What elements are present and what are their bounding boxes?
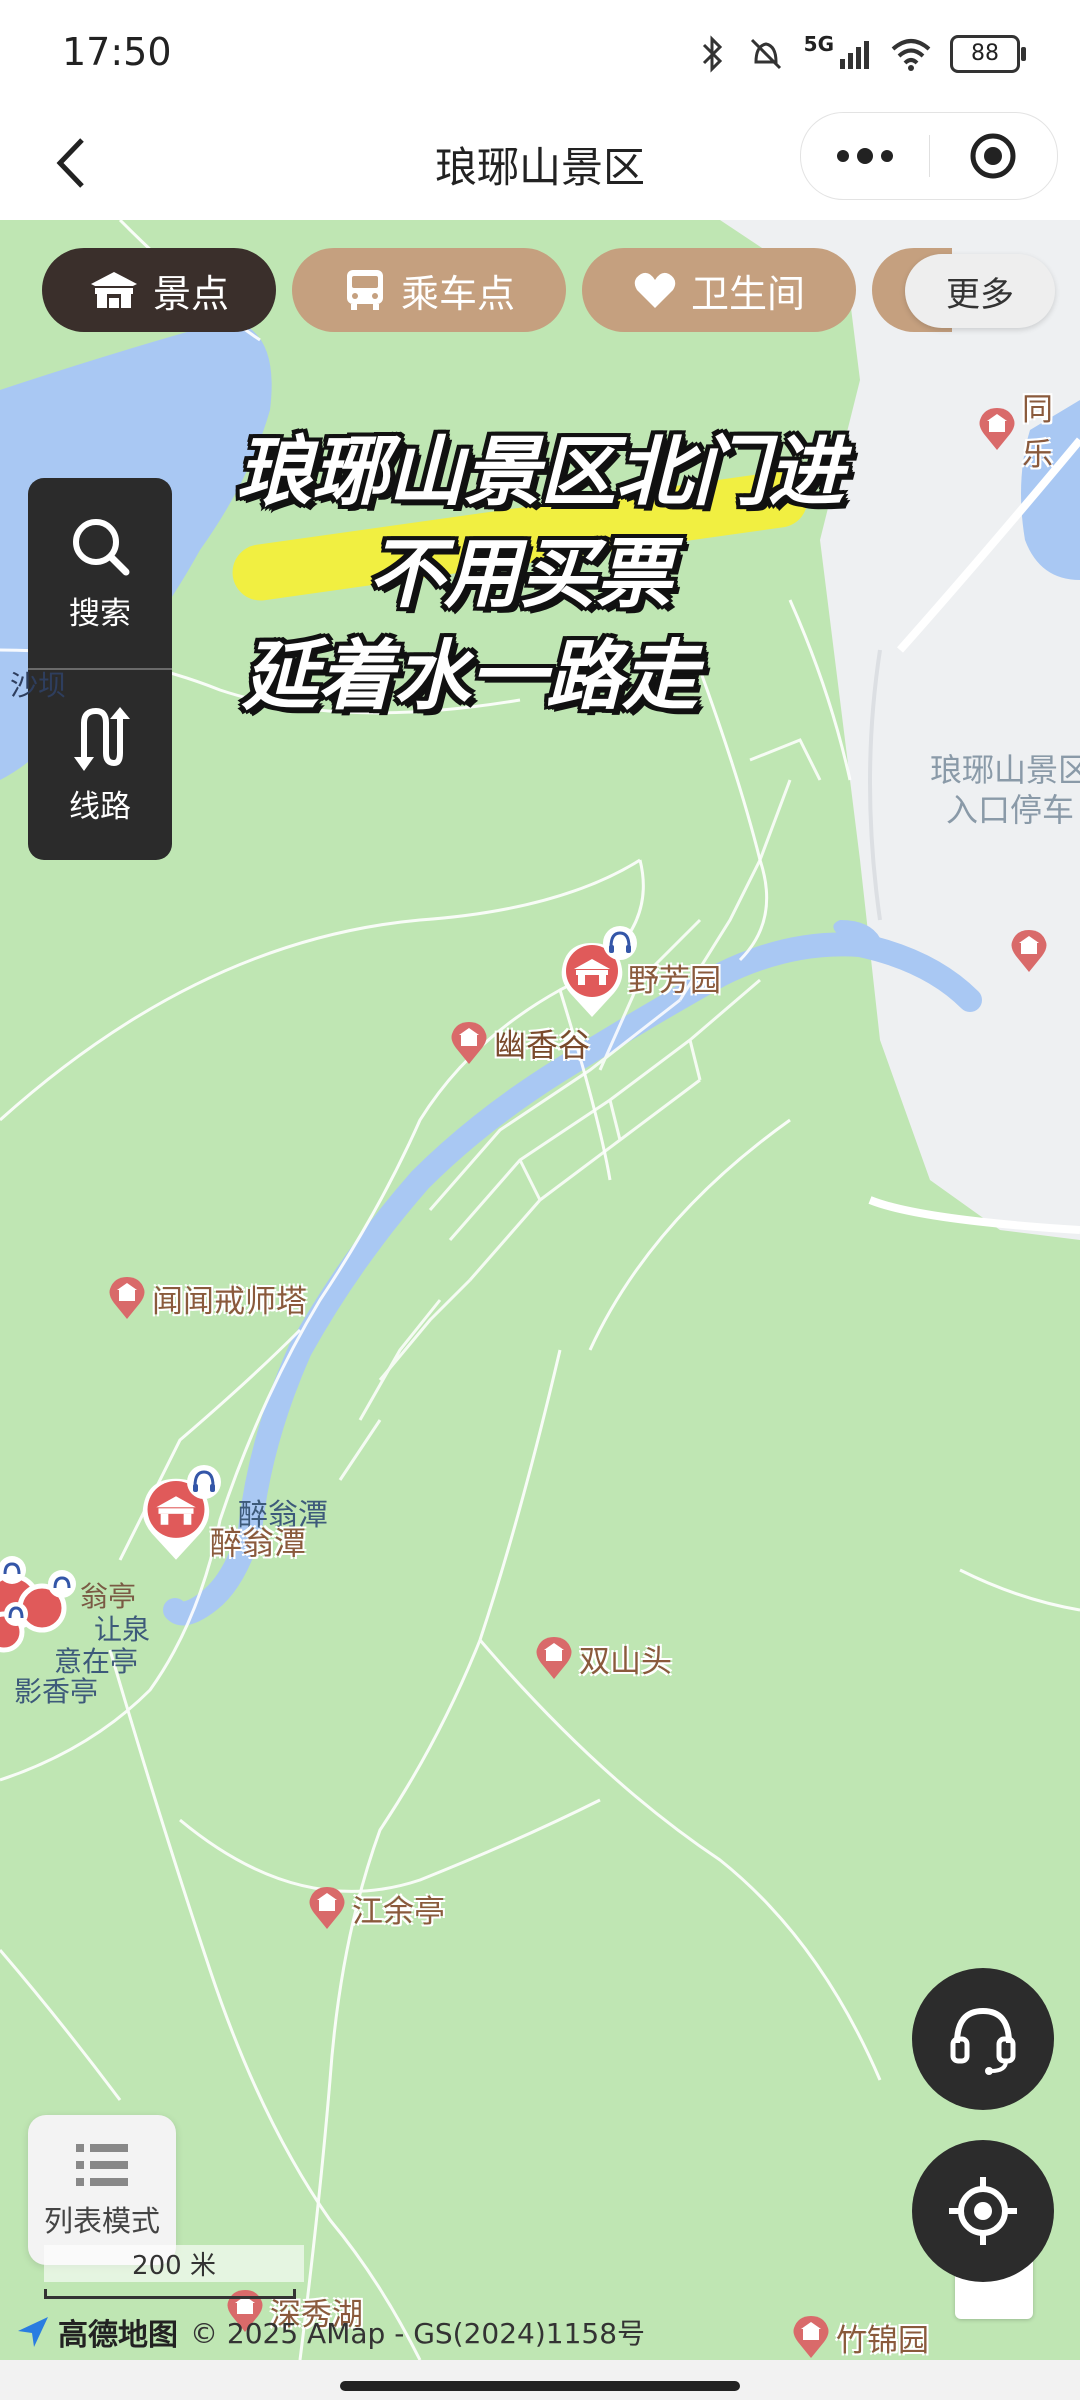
caption-line-3: 延着水一路走 <box>242 631 698 720</box>
poi-entrance-parking[interactable]: 琅琊山景区 入口停车 <box>930 750 1080 830</box>
more-options-button[interactable] <box>801 113 929 199</box>
map-view[interactable]: 景点 乘车点 卫生间 更多 搜索 线路 琅琊山景区北门进 不用买票 延着水一路走… <box>0 220 1080 2360</box>
tab-label: 乘车点 <box>400 271 515 316</box>
list-icon <box>76 2144 128 2186</box>
close-miniprogram-button[interactable] <box>930 113 1058 199</box>
poi-pin-icon <box>451 1022 487 1064</box>
poi-zhujinyuan[interactable]: 竹锦园 <box>792 2314 929 2360</box>
heart-icon <box>634 272 676 308</box>
more-dots-icon <box>836 148 893 164</box>
status-bar: 17:50 5G 88 <box>0 0 1080 110</box>
copyright-text: © 2025 AMap - GS(2024)1158号 <box>190 2317 646 2350</box>
scenic-spot-icon <box>90 272 137 308</box>
poi-label-cluster-4: 影香亭 <box>14 1675 99 1708</box>
poi-pin-icon <box>109 1277 145 1319</box>
signal-icon <box>840 41 869 69</box>
poi-shuangshantou[interactable]: 双山头 <box>535 1635 672 1681</box>
back-button[interactable] <box>36 128 106 198</box>
poi-right-edge[interactable] <box>1010 928 1048 974</box>
map-scale: 200 米 <box>44 2245 304 2305</box>
chevron-left-icon <box>56 138 84 188</box>
status-time: 17:50 <box>62 30 172 74</box>
poi-zuiwengtan[interactable] <box>136 1465 221 1562</box>
tab-scenic-spots[interactable]: 景点 <box>42 248 276 332</box>
miniprogram-capsule <box>800 112 1058 200</box>
poi-shaba: 沙坝 <box>10 669 67 702</box>
customer-service-button[interactable] <box>912 1968 1054 2110</box>
home-indicator[interactable] <box>340 2381 740 2391</box>
poi-yexiangyuan[interactable]: 野芳园 <box>556 926 721 1019</box>
nav-bar: 琅琊山景区 <box>0 110 1080 220</box>
poi-pin-icon <box>536 1637 572 1679</box>
audio-guide-icon <box>603 926 637 960</box>
poi-pin-icon <box>1011 930 1047 972</box>
poi-jiangyuting[interactable]: 江余亭 <box>308 1885 445 1931</box>
target-circle-icon <box>970 133 1016 179</box>
headset-icon <box>950 2007 1016 2075</box>
scale-label: 200 米 <box>44 2245 304 2282</box>
tab-more-button[interactable]: 更多 <box>905 254 1055 328</box>
bus-icon <box>346 270 383 310</box>
bottom-strip <box>0 2360 1080 2400</box>
tab-bus-stops[interactable]: 乘车点 <box>292 248 566 332</box>
caption-line-1: 琅琊山景区北门进 <box>236 427 844 516</box>
wifi-icon <box>891 39 931 71</box>
battery-indicator: 88 <box>950 35 1026 73</box>
poi-zuiwengtan-label-big: 醉翁潭 <box>210 1524 307 1562</box>
status-icons: 5G 88 <box>698 32 1026 76</box>
route-label: 线路 <box>69 788 131 825</box>
bluetooth-icon <box>702 35 722 73</box>
network-type: 5G <box>803 32 834 56</box>
poi-pin-icon <box>979 408 1015 450</box>
poi-pin-icon <box>793 2316 829 2358</box>
list-mode-button[interactable]: 列表模式 <box>28 2115 176 2265</box>
scale-bar <box>44 2289 296 2299</box>
amap-logo: 高德地图 <box>14 2310 178 2354</box>
poi-tongle[interactable]: 同乐 <box>978 384 1080 474</box>
tab-label: 景点 <box>152 271 229 316</box>
locate-me-button[interactable] <box>912 2140 1054 2282</box>
audio-guide-icon <box>187 1465 221 1499</box>
poi-wenwenta[interactable]: 闻闻戒师塔 <box>108 1275 307 1321</box>
mute-bell-icon <box>750 38 781 70</box>
poi-youxianggu[interactable]: 幽香谷 <box>450 1020 590 1066</box>
tab-restrooms[interactable]: 卫生间 <box>582 248 856 332</box>
tab-label: 卫生间 <box>690 271 805 316</box>
crosshair-icon <box>949 2177 1017 2245</box>
list-mode-label: 列表模式 <box>43 2204 160 2238</box>
poi-pin-icon <box>309 1887 345 1929</box>
map-attribution: 高德地图 © 2025 AMap - GS(2024)1158号 <box>14 2310 645 2354</box>
caption-line-2: 不用买票 <box>368 529 672 618</box>
navigation-arrow-icon <box>18 2317 48 2347</box>
